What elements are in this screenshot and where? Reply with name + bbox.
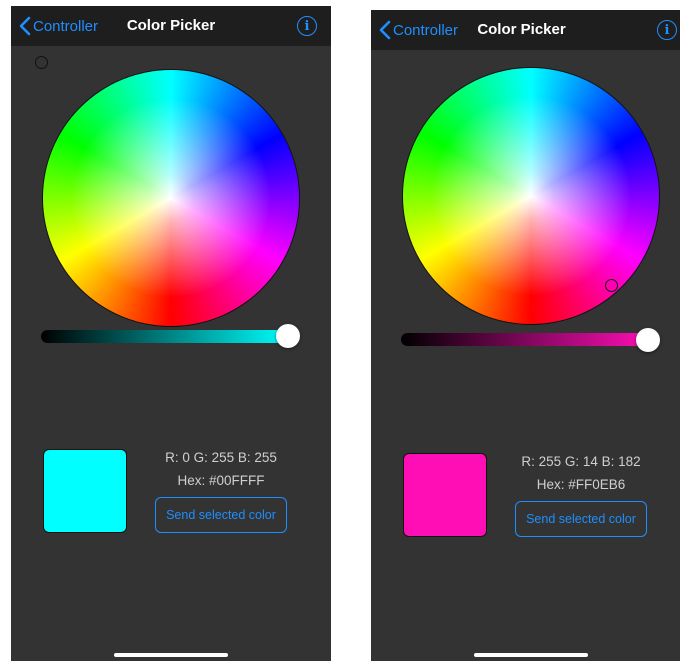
brightness-slider[interactable] [401,333,651,346]
hex-value: Hex: #00FFFF [177,473,265,488]
brightness-slider-thumb[interactable] [636,328,660,352]
home-indicator[interactable] [474,653,588,657]
nav-bar: Controller Color Picker i [371,10,680,50]
nav-bar: Controller Color Picker i [11,6,331,46]
selection-marker[interactable] [35,56,48,69]
rgb-values: R: 255 G: 14 B: 182 [521,454,641,469]
color-wheel[interactable] [403,68,659,324]
selected-color-swatch [43,449,127,533]
send-selected-color-button[interactable]: Send selected color [515,501,647,537]
home-indicator[interactable] [114,653,228,657]
screen-left: Controller Color Picker i R: 0 G: 255 B:… [11,6,331,661]
selection-marker[interactable] [605,279,618,292]
page-title: Color Picker [126,17,216,34]
page-title: Color Picker [477,21,566,38]
rgb-values: R: 0 G: 255 B: 255 [165,450,277,465]
selected-color-swatch [403,453,487,537]
send-selected-color-button[interactable]: Send selected color [155,497,287,533]
hex-value: Hex: #FF0EB6 [536,477,626,492]
info-circle-icon[interactable]: i [297,16,317,36]
screen-right: Controller Color Picker i R: 255 G: 14 B… [371,10,680,661]
info-circle-icon[interactable]: i [657,20,677,40]
brightness-slider[interactable] [41,330,291,343]
brightness-slider-thumb[interactable] [276,324,300,348]
color-wheel[interactable] [43,70,299,326]
